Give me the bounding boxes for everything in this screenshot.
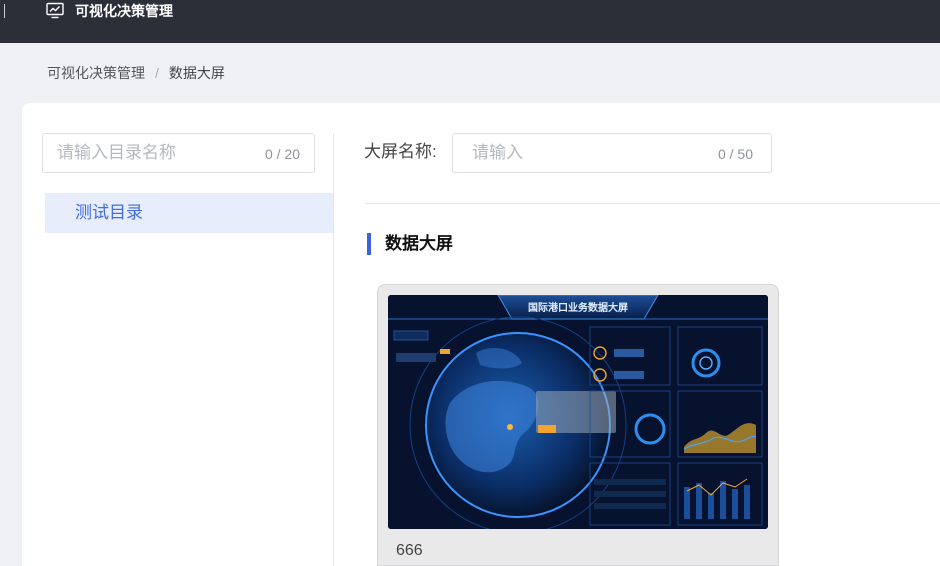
dashboard-card-name: 666	[396, 542, 423, 559]
dashboard-card[interactable]: 国际港口业务数据大屏 666	[377, 284, 779, 566]
breadcrumb-separator: /	[155, 65, 159, 81]
panel-vertical-divider	[333, 133, 334, 566]
screen-name-placeholder: 请输入	[472, 143, 523, 162]
directory-item-label: 测试目录	[75, 203, 143, 222]
app-title: 可视化决策管理	[75, 3, 173, 19]
top-bar: 可视化决策管理	[0, 0, 940, 43]
dashboard-preview-graphic: 国际港口业务数据大屏	[388, 295, 768, 529]
directory-item-test[interactable]: 测试目录	[45, 193, 333, 233]
chart-monitor-icon	[46, 2, 64, 19]
breadcrumb-item-root[interactable]: 可视化决策管理	[47, 65, 145, 81]
topbar-edge-divider	[4, 4, 5, 18]
screen-name-counter: 0 / 50	[717, 146, 753, 162]
directory-search-input[interactable]: 请输入目录名称 0 / 20	[42, 133, 315, 173]
dashboard-preview-image[interactable]: 国际港口业务数据大屏	[388, 295, 768, 529]
preview-title: 国际港口业务数据大屏	[528, 301, 628, 314]
directory-search-counter: 0 / 20	[264, 146, 300, 162]
section-title: 数据大屏	[385, 234, 453, 253]
screen-name-input[interactable]: 请输入 0 / 50	[452, 133, 772, 173]
section-accent-bar	[367, 233, 371, 255]
breadcrumb-item-current: 数据大屏	[168, 65, 225, 81]
breadcrumb: 可视化决策管理 / 数据大屏	[47, 63, 225, 83]
screen-name-label: 大屏名称:	[364, 142, 437, 161]
directory-search-placeholder: 请输入目录名称	[57, 143, 176, 162]
filter-divider	[365, 203, 940, 204]
